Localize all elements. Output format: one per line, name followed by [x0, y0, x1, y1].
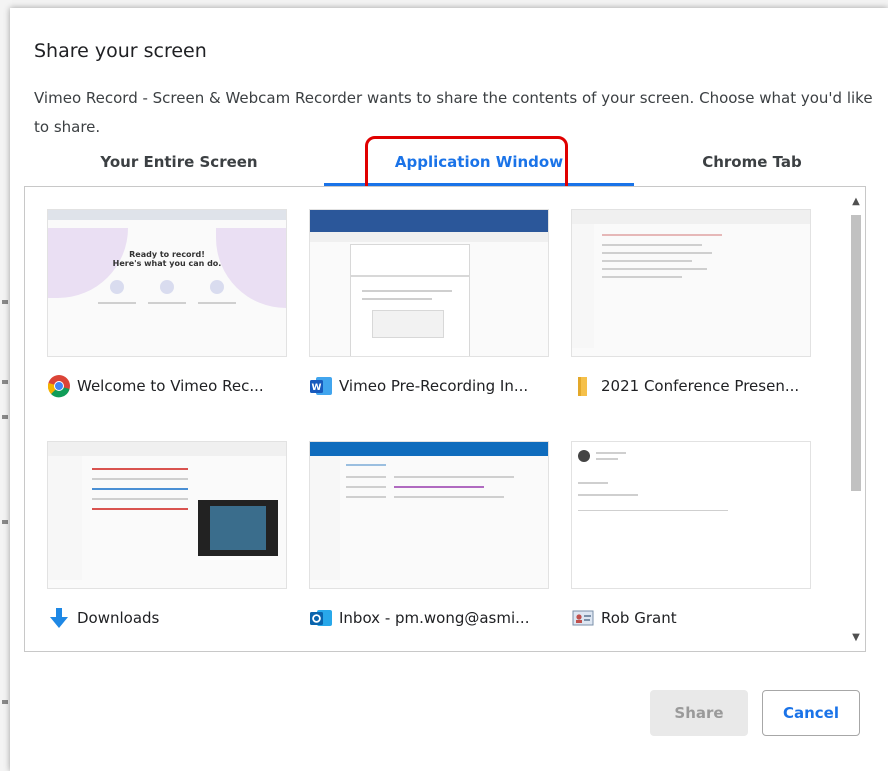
window-label: Downloads	[47, 605, 307, 631]
window-thumbnail	[571, 209, 811, 357]
thumbnail-text: Ready to record! Here's what you can do.	[112, 250, 222, 268]
window-label: Welcome to Vimeo Rec...	[47, 373, 307, 399]
tab-chrome-tab[interactable]: Chrome Tab	[634, 146, 870, 186]
outlook-icon	[309, 606, 333, 630]
window-thumbnail	[571, 441, 811, 589]
dialog-title: Share your screen	[34, 40, 207, 62]
window-label: W Vimeo Pre-Recording In...	[309, 373, 569, 399]
contact-card-icon	[571, 606, 595, 630]
share-button[interactable]: Share	[650, 690, 748, 736]
chrome-icon	[47, 374, 71, 398]
cancel-button[interactable]: Cancel	[762, 690, 860, 736]
window-item-outlook-inbox[interactable]: Inbox - pm.wong@asmi...	[309, 441, 571, 641]
window-list[interactable]: Ready to record! Here's what you can do.…	[24, 186, 866, 652]
scroll-thumb[interactable]	[851, 215, 861, 491]
window-item-vimeo-record[interactable]: Ready to record! Here's what you can do.…	[47, 209, 309, 409]
window-title: Inbox - pm.wong@asmi...	[339, 609, 530, 627]
window-title: Rob Grant	[601, 609, 677, 627]
window-thumbnail	[47, 441, 287, 589]
scroll-up-icon[interactable]: ▲	[847, 193, 865, 211]
tab-entire-screen[interactable]: Your Entire Screen	[34, 146, 324, 186]
folder-icon	[571, 374, 595, 398]
window-title: Welcome to Vimeo Rec...	[77, 377, 264, 395]
window-title: Downloads	[77, 609, 160, 627]
window-label: Rob Grant	[571, 605, 831, 631]
window-thumbnail	[309, 209, 549, 357]
window-title: Vimeo Pre-Recording In...	[339, 377, 529, 395]
window-label: Inbox - pm.wong@asmi...	[309, 605, 569, 631]
svg-text:W: W	[312, 383, 322, 393]
scroll-down-icon[interactable]: ▼	[847, 629, 865, 647]
window-thumbnail	[309, 441, 549, 589]
window-list-scrollbar[interactable]: ▲ ▼	[847, 187, 865, 651]
dialog-description: Vimeo Record - Screen & Webcam Recorder …	[34, 89, 873, 136]
word-icon: W	[309, 374, 333, 398]
download-arrow-icon	[47, 606, 71, 630]
window-title: 2021 Conference Presen...	[601, 377, 800, 395]
window-label: 2021 Conference Presen...	[571, 373, 831, 399]
window-item-contact-rob-grant[interactable]: Rob Grant	[571, 441, 833, 641]
window-item-conference-folder[interactable]: 2021 Conference Presen...	[571, 209, 833, 409]
window-item-downloads[interactable]: Downloads	[47, 441, 309, 641]
window-item-word-document[interactable]: W Vimeo Pre-Recording In...	[309, 209, 571, 409]
window-thumbnail: Ready to record! Here's what you can do.	[47, 209, 287, 357]
